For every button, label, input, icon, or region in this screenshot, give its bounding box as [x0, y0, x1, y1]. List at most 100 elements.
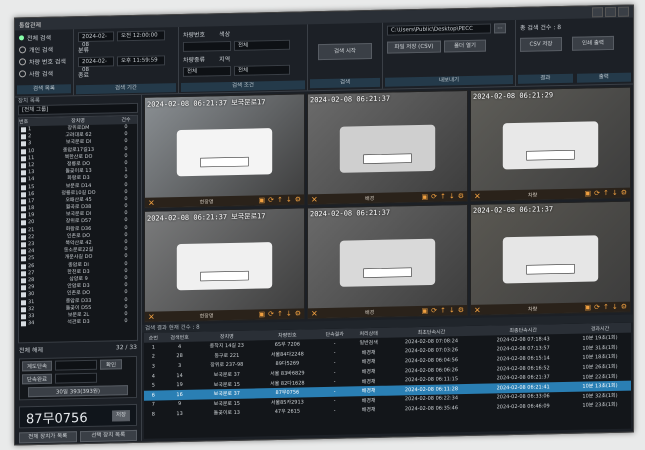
- arrow-up-icon[interactable]: ↑: [440, 306, 446, 314]
- plate-save-button[interactable]: 저장: [112, 409, 130, 421]
- end-date-field[interactable]: 2024-02-08: [78, 56, 114, 73]
- browse-button[interactable]: …: [494, 23, 506, 34]
- arrow-down-icon[interactable]: ↓: [612, 189, 618, 197]
- refresh-icon[interactable]: ⟳: [594, 189, 600, 197]
- plate-input[interactable]: [183, 40, 231, 52]
- settings-icon[interactable]: ⚙: [295, 309, 301, 317]
- checkbox[interactable]: [21, 213, 26, 219]
- arrow-down-icon[interactable]: ↓: [449, 306, 455, 314]
- radio-icon[interactable]: [19, 46, 26, 54]
- device-row[interactable]: 34 석관로 D3 0: [19, 318, 137, 328]
- close-icon[interactable]: ✕: [311, 309, 318, 318]
- camera-view[interactable]: 2024-02-08 06:21:37 ✕ 차량 ▣ ⟳ ↑ ↓ ⚙: [470, 200, 631, 316]
- checkbox[interactable]: [21, 184, 26, 190]
- checkbox[interactable]: [21, 249, 26, 255]
- search-type-option[interactable]: 사람 검색: [29, 69, 53, 79]
- search-type-option[interactable]: 전체 검색: [27, 33, 51, 43]
- checkbox[interactable]: [21, 270, 26, 277]
- close-icon[interactable]: ✕: [474, 191, 481, 200]
- checkbox[interactable]: [21, 299, 26, 305]
- all-devices-button[interactable]: 전체 장치가 목록: [19, 431, 77, 444]
- type-select[interactable]: 전체: [183, 65, 231, 77]
- arrow-up-icon[interactable]: ↑: [277, 310, 283, 318]
- color-select[interactable]: 전체: [234, 39, 290, 51]
- radio-icon[interactable]: [19, 35, 24, 41]
- snapshot-icon[interactable]: ▣: [584, 189, 591, 197]
- snapshot-icon[interactable]: ▣: [258, 196, 265, 204]
- close-icon[interactable]: ✕: [148, 312, 155, 321]
- checkbox[interactable]: [21, 141, 26, 147]
- arrow-down-icon[interactable]: ↓: [612, 303, 618, 311]
- snapshot-icon[interactable]: ▣: [258, 310, 265, 318]
- complete-button[interactable]: 단속완료: [22, 373, 52, 385]
- checkbox[interactable]: [21, 191, 26, 198]
- results-table[interactable]: 순번 검색번호 장치명 차량번호 단속결과 처리상태 최초단속시간 최종단속시간 경과시간 14…: [144, 322, 631, 439]
- confirm-button[interactable]: 확인: [100, 359, 122, 370]
- checkbox[interactable]: [21, 256, 26, 262]
- csv-button[interactable]: CSV 저장: [520, 37, 562, 52]
- export-path-field[interactable]: C:\Users\Public\Desktop\PECC: [387, 23, 491, 36]
- complete-field[interactable]: [55, 372, 97, 384]
- checkbox[interactable]: [21, 134, 26, 140]
- checkbox[interactable]: [21, 170, 26, 176]
- start-time-field[interactable]: 오전 12:00:00: [117, 30, 165, 42]
- close-icon[interactable]: ✕: [474, 305, 481, 314]
- save-csv-button[interactable]: 파일 저장 (CSV): [387, 40, 441, 54]
- checkbox[interactable]: [21, 292, 26, 298]
- refresh-icon[interactable]: ⟳: [268, 196, 274, 204]
- camera-view[interactable]: 2024-02-08 06:21:37 보국문로17 ✕ 현장명 ▣ ⟳ ↑ ↓ ⚙: [144, 93, 305, 209]
- arrow-up-icon[interactable]: ↑: [603, 189, 609, 197]
- settings-icon[interactable]: ⚙: [621, 189, 627, 197]
- checkbox[interactable]: [21, 220, 26, 226]
- checkbox[interactable]: [21, 148, 26, 154]
- arrow-up-icon[interactable]: ↑: [440, 192, 446, 200]
- enforce-button[interactable]: 계도단속: [22, 360, 52, 372]
- checkbox[interactable]: [21, 199, 26, 205]
- group-filter[interactable]: [전체 그룹]: [18, 102, 138, 116]
- refresh-icon[interactable]: ⟳: [431, 193, 437, 201]
- refresh-icon[interactable]: ⟳: [594, 303, 600, 311]
- refresh-icon[interactable]: ⟳: [431, 307, 437, 315]
- close-icon[interactable]: ✕: [311, 195, 318, 204]
- minimize-button[interactable]: [592, 7, 603, 18]
- region-select[interactable]: 전체: [234, 64, 290, 76]
- checkbox[interactable]: [21, 206, 26, 212]
- checkbox[interactable]: [21, 127, 26, 133]
- checkbox[interactable]: [21, 163, 26, 169]
- checkbox[interactable]: [21, 242, 26, 248]
- refresh-icon[interactable]: ⟳: [268, 310, 274, 318]
- settings-icon[interactable]: ⚙: [295, 195, 301, 203]
- settings-icon[interactable]: ⚙: [458, 192, 464, 200]
- arrow-down-icon[interactable]: ↓: [286, 196, 292, 204]
- checkbox[interactable]: [21, 285, 26, 291]
- camera-view[interactable]: 2024-02-08 06:21:37 ✕ 배경 ▣ ⟳ ↑ ↓ ⚙: [307, 89, 468, 206]
- search-start-button[interactable]: 검색 시작: [318, 42, 372, 60]
- checkbox[interactable]: [21, 314, 26, 320]
- enforce-field[interactable]: [55, 359, 97, 371]
- checkbox[interactable]: [21, 278, 26, 284]
- search-type-option[interactable]: 차량 번호 검색: [29, 56, 66, 66]
- camera-view[interactable]: 2024-02-08 06:21:37 ✕ 배경 ▣ ⟳ ↑ ↓ ⚙: [307, 203, 468, 320]
- search-type-option[interactable]: 개인 검색: [29, 45, 53, 55]
- snapshot-icon[interactable]: ▣: [421, 307, 428, 315]
- checkbox[interactable]: [21, 235, 26, 241]
- arrow-up-icon[interactable]: ↑: [277, 196, 283, 204]
- snapshot-icon[interactable]: ▣: [584, 303, 591, 311]
- radio-icon[interactable]: [19, 58, 26, 66]
- settings-icon[interactable]: ⚙: [621, 303, 627, 311]
- arrow-down-icon[interactable]: ↓: [286, 310, 292, 318]
- checkbox[interactable]: [21, 321, 26, 327]
- arrow-down-icon[interactable]: ↓: [449, 192, 455, 200]
- open-folder-button[interactable]: 폴더 열기: [444, 39, 486, 53]
- maximize-button[interactable]: [605, 6, 616, 18]
- end-time-field[interactable]: 오후 11:59:59: [117, 55, 165, 67]
- start-date-field[interactable]: 2024-02-08: [78, 31, 114, 48]
- deselect-all-toggle[interactable]: 전체 해제: [19, 345, 43, 355]
- snapshot-icon[interactable]: ▣: [421, 193, 428, 201]
- settings-icon[interactable]: ⚙: [458, 306, 464, 314]
- checkbox[interactable]: [21, 227, 26, 233]
- checkbox[interactable]: [21, 306, 26, 313]
- checkbox[interactable]: [21, 177, 26, 183]
- print-button[interactable]: 인쇄 출력: [572, 35, 614, 51]
- arrow-up-icon[interactable]: ↑: [603, 303, 609, 311]
